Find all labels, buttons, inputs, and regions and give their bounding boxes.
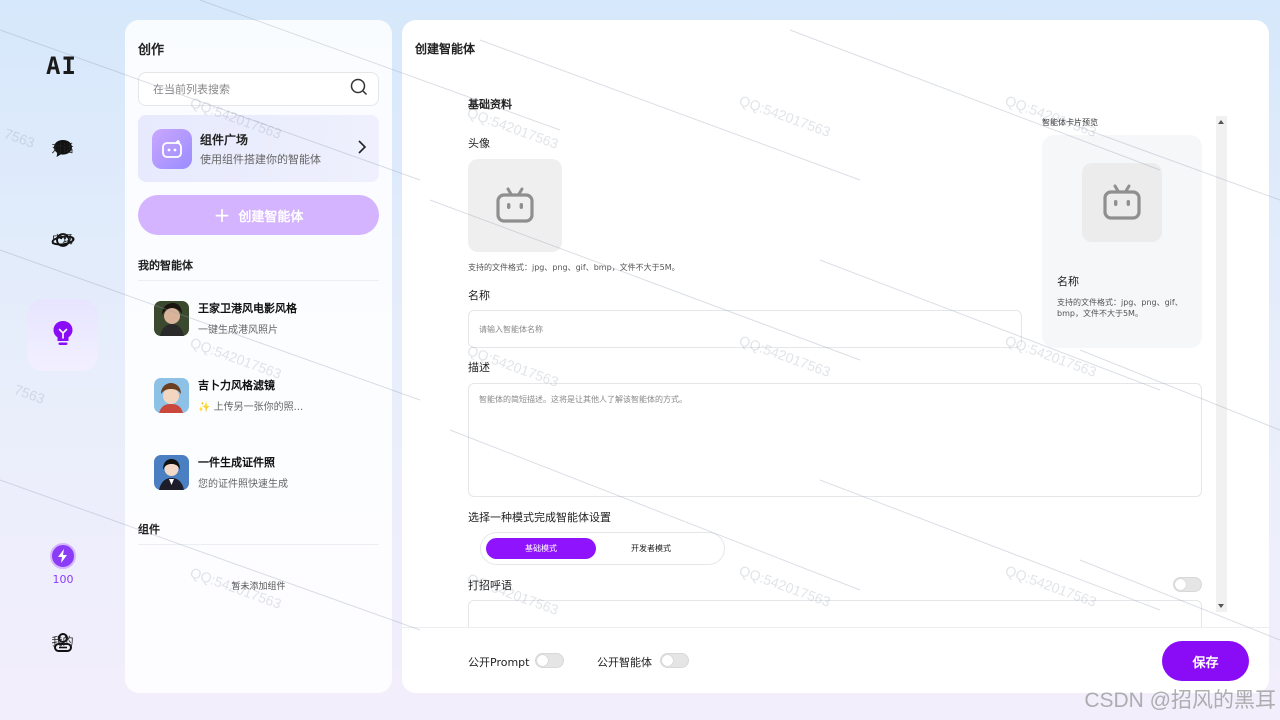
search-box: [138, 72, 379, 106]
avatar-label: 头像: [468, 137, 490, 150]
robot-icon: [496, 187, 534, 223]
preview-avatar: [1082, 163, 1162, 242]
public-prompt-label: 公开Prompt: [468, 656, 530, 669]
scroll-down-icon[interactable]: [1218, 604, 1224, 608]
public-agent-label: 公开智能体: [597, 656, 652, 669]
mode-label: 选择一种模式完成智能体设置: [468, 511, 611, 524]
preview-hint: 支持的文件格式：jpg、png、gif、bmp，文件不大于5M。: [1057, 298, 1183, 318]
left-nav: AI 对话 广场 100 我的: [0, 0, 125, 720]
main-panel: 创建智能体 基础资料 头像 支持的文件格式：jpg、png、gif、bmp，文件…: [402, 20, 1269, 693]
credits-value: 100: [52, 573, 74, 586]
greeting-label: 打招呼语: [468, 579, 512, 592]
mode-switch: 基础模式 开发者模式: [480, 532, 725, 565]
agent-name: 吉卜力风格滤镜: [198, 379, 275, 392]
save-button[interactable]: 保存: [1162, 641, 1249, 681]
nav-item-chat[interactable]: 对话: [27, 137, 98, 161]
credits-indicator[interactable]: 100: [49, 543, 77, 586]
search-icon[interactable]: [350, 78, 368, 100]
nav-item-label: 对话: [51, 142, 74, 155]
public-agent-toggle[interactable]: [660, 653, 689, 668]
plugins-empty-text: 暂未添加组件: [231, 582, 286, 592]
lightning-icon: [50, 543, 76, 569]
divider: [138, 544, 379, 545]
divider: [138, 280, 379, 281]
app-logo: AI: [46, 52, 77, 80]
nav-item-profile[interactable]: 我的: [27, 630, 98, 654]
agent-desc: 一键生成港风照片: [198, 325, 278, 336]
agent-desc: ✨ 上传另一张你的照...: [198, 402, 304, 413]
nav-item-plaza[interactable]: 广场: [27, 228, 98, 252]
agent-name: 一件生成证件照: [198, 456, 275, 469]
plugin-card-title: 组件广场: [200, 132, 249, 147]
preview-title: 智能体卡片预览: [1042, 118, 1098, 127]
basic-info-heading: 基础资料: [468, 98, 512, 111]
agent-item[interactable]: 一件生成证件照 您的证件照快速生成: [154, 452, 379, 492]
agent-name: 王家卫港风电影风格: [198, 302, 297, 315]
csdn-watermark: CSDN @招风的黑耳: [1084, 689, 1276, 712]
scroll-up-icon[interactable]: [1218, 120, 1224, 124]
greeting-toggle[interactable]: [1173, 577, 1202, 592]
plus-icon: +: [213, 203, 231, 227]
plugin-plaza-card[interactable]: 组件广场 使用组件搭建你的智能体: [138, 115, 379, 182]
plugins-title: 组件: [138, 523, 160, 536]
my-agents-title: 我的智能体: [138, 259, 193, 272]
create-panel: 创作 组件广场 使用组件搭建你的智能体 + 创建智能体 我的智能体 王家卫港风电…: [125, 20, 392, 693]
search-input[interactable]: [153, 82, 350, 96]
nav-item-label: 广场: [51, 233, 74, 246]
create-agent-label: 创建智能体: [238, 209, 304, 225]
scrollbar[interactable]: [1216, 116, 1227, 612]
agent-card-preview: 名称 支持的文件格式：jpg、png、gif、bmp，文件不大于5M。: [1042, 135, 1202, 348]
name-input[interactable]: [468, 310, 1022, 348]
agent-item[interactable]: 吉卜力风格滤镜 ✨ 上传另一张你的照...: [154, 375, 379, 415]
robot-icon: [152, 128, 192, 169]
mode-developer-button[interactable]: 开发者模式: [596, 538, 706, 559]
chevron-right-icon: [357, 139, 367, 158]
public-prompt-toggle[interactable]: [535, 653, 564, 668]
preview-name: 名称: [1057, 275, 1079, 288]
avatar-upload[interactable]: [468, 159, 562, 252]
mode-basic-button[interactable]: 基础模式: [486, 538, 596, 559]
panel-title: 创作: [138, 43, 165, 58]
desc-textarea[interactable]: [468, 383, 1202, 497]
lightbulb-icon: [50, 319, 76, 351]
create-agent-button[interactable]: + 创建智能体: [138, 195, 379, 235]
agent-avatar: [154, 377, 189, 413]
plugin-card-subtitle: 使用组件搭建你的智能体: [200, 152, 321, 166]
agent-avatar: [154, 454, 189, 490]
name-label: 名称: [468, 289, 490, 302]
desc-label: 描述: [468, 361, 490, 374]
agent-desc: 您的证件照快速生成: [198, 479, 288, 490]
agent-item[interactable]: 王家卫港风电影风格 一键生成港风照片: [154, 298, 379, 338]
robot-icon: [1103, 184, 1141, 220]
nav-item-label: 我的: [51, 635, 74, 648]
nav-item-create[interactable]: [27, 299, 98, 371]
avatar-hint: 支持的文件格式：jpg、png、gif、bmp，文件不大于5M。: [468, 263, 680, 272]
page-title: 创建智能体: [415, 42, 476, 56]
agent-avatar: [154, 300, 189, 336]
